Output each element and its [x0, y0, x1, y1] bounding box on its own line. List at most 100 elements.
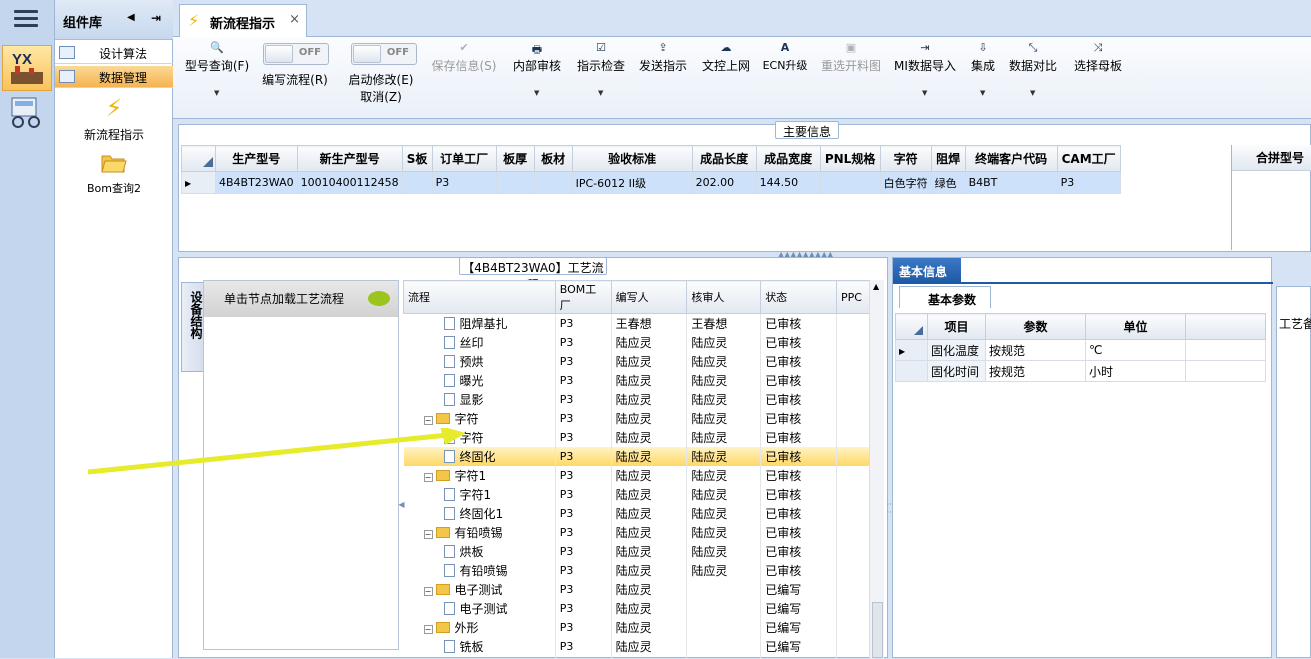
column-header[interactable]: 成品长度	[692, 146, 756, 172]
tree-node[interactable]: −有铅喷锡	[404, 523, 556, 542]
select-motherboard-button[interactable]: ⤨ 选择母板	[1071, 37, 1125, 74]
table-row[interactable]: ▶固化温度按规范℃	[896, 340, 1266, 361]
table-cell[interactable]: 小时	[1086, 361, 1186, 382]
tree-node[interactable]: −字符	[404, 409, 556, 428]
close-icon[interactable]: ×	[289, 12, 300, 27]
tree-node[interactable]: 终固化1	[404, 504, 556, 523]
tree-row[interactable]: 预烘P3陆应灵陆应灵已审核	[404, 352, 873, 371]
scrollbar-thumb[interactable]	[872, 602, 883, 658]
table-cell[interactable]: 按规范	[986, 361, 1086, 382]
table-cell[interactable]: 202.00	[692, 172, 756, 194]
tree-row[interactable]: −电子测试P3陆应灵已编写	[404, 580, 873, 599]
column-header[interactable]: S板	[402, 146, 432, 172]
tree-node[interactable]: −电子测试	[404, 580, 556, 599]
table-cell[interactable]: 固化时间	[928, 361, 986, 382]
doc-control-online-button[interactable]: ☁ 文控上网	[698, 37, 754, 74]
table-cell[interactable]: IPC-6012 II级	[572, 172, 692, 194]
collapse-left-icon[interactable]: ◀	[127, 12, 135, 23]
side-tab-equipment-structure[interactable]: 设备结构	[181, 282, 205, 372]
column-header[interactable]: 状态	[761, 281, 837, 314]
cancel-label[interactable]: 取消(Z)	[343, 88, 419, 105]
toggle-switch[interactable]: OFF	[263, 43, 329, 65]
app-yx-icon[interactable]: YX	[2, 45, 52, 91]
tree-node[interactable]: 预烘	[404, 352, 556, 371]
tab-basic-info[interactable]: 基本信息	[893, 258, 961, 282]
column-header[interactable]: 流程	[404, 281, 556, 314]
ecn-upgrade-button[interactable]: A ECN升级	[759, 37, 811, 73]
toggle-switch[interactable]: OFF	[351, 43, 417, 65]
column-header[interactable]: 板厚	[496, 146, 534, 172]
splitter-handle[interactable]: ◀	[397, 500, 406, 509]
tree-node[interactable]: 电子测试	[404, 599, 556, 618]
vertical-scrollbar[interactable]: ▲	[869, 280, 884, 658]
save-info-button[interactable]: ✔ 保存信息(S)	[429, 37, 499, 74]
column-header[interactable]: CAM工厂	[1057, 146, 1120, 172]
instruction-check-button[interactable]: ☑ 指示检查 ▼	[573, 37, 629, 74]
nav-item-data-management[interactable]: 数据管理	[55, 66, 173, 88]
tree-row[interactable]: 显影P3陆应灵陆应灵已审核	[404, 390, 873, 409]
table-cell[interactable]: 白色字符	[880, 172, 931, 194]
tree-row[interactable]: 电子测试P3陆应灵已编写	[404, 599, 873, 618]
tree-row[interactable]: −字符P3陆应灵陆应灵已审核	[404, 409, 873, 428]
tree-node[interactable]: 曝光	[404, 371, 556, 390]
app-calculator-icon[interactable]	[8, 97, 46, 129]
table-cell[interactable]: ℃	[1086, 340, 1186, 361]
column-header[interactable]: 新生产型号	[297, 146, 402, 172]
table-cell[interactable]: 绿色	[931, 172, 965, 194]
column-header[interactable]: 项目	[928, 314, 986, 340]
tree-node[interactable]: 字符1	[404, 485, 556, 504]
reselect-cutting-chart-button[interactable]: ▣ 重选开料图	[819, 37, 883, 74]
tree-row[interactable]: −有铅喷锡P3陆应灵陆应灵已审核	[404, 523, 873, 542]
column-header[interactable]: 板材	[534, 146, 572, 172]
menu-icon[interactable]	[14, 10, 38, 28]
tree-node[interactable]: 丝印	[404, 333, 556, 352]
tool-new-process[interactable]: ⚡ 新流程指示	[55, 94, 173, 143]
chevron-down-icon[interactable]: ▼	[922, 89, 927, 97]
tree-row[interactable]: 字符1P3陆应灵陆应灵已审核	[404, 485, 873, 504]
tree-row[interactable]: 有铅喷锡P3陆应灵陆应灵已审核	[404, 561, 873, 580]
tree-row[interactable]: −字符1P3陆应灵陆应灵已审核	[404, 466, 873, 485]
tab-basic-params[interactable]: 基本参数	[899, 286, 991, 308]
chevron-down-icon[interactable]: ▼	[598, 89, 603, 97]
chevron-down-icon[interactable]: ▼	[1030, 89, 1035, 97]
tree-node[interactable]: 有铅喷锡	[404, 561, 556, 580]
column-header[interactable]: 单位	[1086, 314, 1186, 340]
nav-item-design-algorithm[interactable]: 设计算法	[55, 42, 173, 64]
column-header[interactable]: 核审人	[687, 281, 761, 314]
tree-row[interactable]: 成品清洗P3陆应灵陆应灵已审核	[404, 656, 873, 659]
tree-row[interactable]: 阻焊基扎P3王春想王春想已审核	[404, 314, 873, 333]
pin-icon[interactable]: ⇥	[151, 11, 161, 25]
scroll-up-icon[interactable]: ▲	[873, 282, 879, 291]
table-cell[interactable]: 144.50	[756, 172, 820, 194]
table-cell[interactable]: B4BT	[965, 172, 1057, 194]
tree-node[interactable]: −外形	[404, 618, 556, 637]
mi-data-import-button[interactable]: ⇥ MI数据导入 ▼	[891, 37, 959, 74]
chevron-down-icon[interactable]: ▼	[980, 89, 985, 97]
tree-row[interactable]: 字符P3陆应灵陆应灵已审核	[404, 428, 873, 447]
column-header[interactable]: 终端客户代码	[965, 146, 1057, 172]
table-cell[interactable]	[496, 172, 534, 194]
table-cell[interactable]: P3	[432, 172, 496, 194]
tree-node[interactable]: 阻焊基扎	[404, 314, 556, 333]
column-header[interactable]: 订单工厂	[432, 146, 496, 172]
tab-new-process[interactable]: ⚡ 新流程指示 ×	[179, 4, 307, 37]
chevron-down-icon[interactable]: ▼	[214, 89, 219, 97]
tree-row[interactable]: 终固化P3陆应灵陆应灵已审核	[404, 447, 873, 466]
tree-row[interactable]: 曝光P3陆应灵陆应灵已审核	[404, 371, 873, 390]
collapse-toggle-icon[interactable]: −	[424, 587, 433, 596]
collapse-toggle-icon[interactable]: −	[424, 416, 433, 425]
tree-row[interactable]: 烘板P3陆应灵陆应灵已审核	[404, 542, 873, 561]
collapse-toggle-icon[interactable]: −	[424, 530, 433, 539]
table-cell[interactable]: 4B4BT23WA0	[216, 172, 298, 194]
tree-node[interactable]: 成品清洗	[404, 656, 556, 659]
table-cell[interactable]: 固化温度	[928, 340, 986, 361]
tree-row[interactable]: −外形P3陆应灵已编写	[404, 618, 873, 637]
tool-bom-query[interactable]: Bom查询2	[55, 152, 173, 196]
column-header[interactable]: 参数	[986, 314, 1086, 340]
tree-row[interactable]: 铣板P3陆应灵已编写	[404, 637, 873, 656]
column-header[interactable]: 生产型号	[216, 146, 298, 172]
tree-node[interactable]: 显影	[404, 390, 556, 409]
column-header[interactable]: BOM工厂	[555, 281, 611, 314]
chevron-down-icon[interactable]: ▼	[534, 89, 539, 97]
write-process-toggle[interactable]: OFF 编写流程(R)	[259, 37, 331, 97]
